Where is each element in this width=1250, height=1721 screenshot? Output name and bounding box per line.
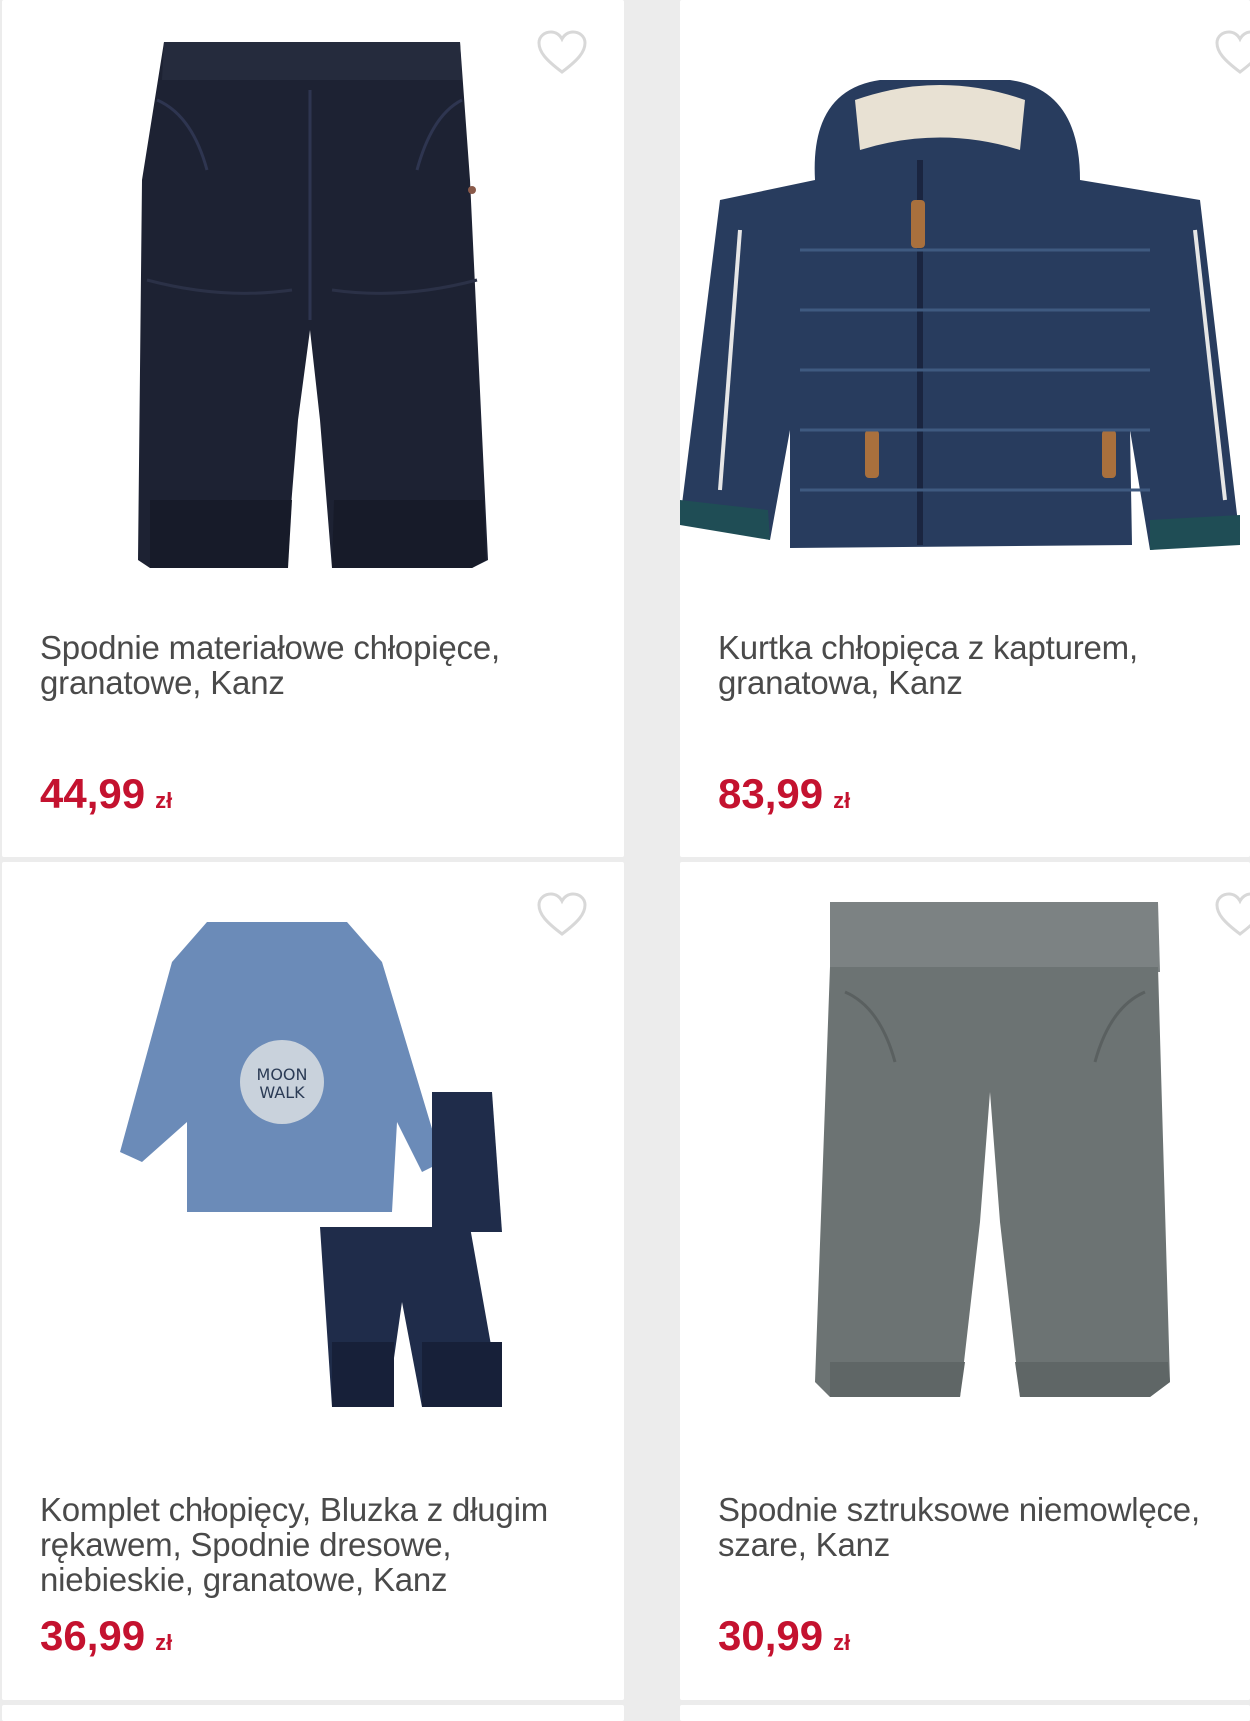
- product-price: 36,99 zł: [40, 1612, 172, 1660]
- product-image[interactable]: [680, 0, 1250, 600]
- product-card[interactable]: [2, 1705, 624, 1721]
- price-currency: zł: [833, 1630, 851, 1655]
- heart-icon[interactable]: [1214, 892, 1250, 938]
- price-currency: zł: [155, 788, 173, 813]
- product-price: 83,99 zł: [718, 770, 850, 818]
- product-card[interactable]: Spodnie materiałowe chłopięce, granatowe…: [2, 0, 624, 857]
- product-card[interactable]: Spodnie sztruksowe niemowlęce, szare, Ka…: [680, 862, 1250, 1700]
- product-image[interactable]: MOON WALK: [2, 862, 624, 1432]
- price-currency: zł: [833, 788, 851, 813]
- svg-text:WALK: WALK: [259, 1083, 305, 1102]
- price-currency: zł: [155, 1630, 173, 1655]
- product-title[interactable]: Spodnie materiałowe chłopięce, granatowe…: [40, 630, 570, 700]
- product-title[interactable]: Kurtka chłopięca z kapturem, granatowa, …: [718, 630, 1238, 700]
- product-price: 44,99 zł: [40, 770, 172, 818]
- product-title[interactable]: Spodnie sztruksowe niemowlęce, szare, Ka…: [718, 1492, 1238, 1562]
- heart-icon[interactable]: [536, 30, 588, 76]
- heart-icon[interactable]: [1214, 30, 1250, 76]
- product-title[interactable]: Komplet chłopięcy, Bluzka z długim rękaw…: [40, 1492, 600, 1597]
- price-value: 44,99: [40, 770, 146, 817]
- product-card[interactable]: Kurtka chłopięca z kapturem, granatowa, …: [680, 0, 1250, 857]
- product-card[interactable]: MOON WALK Komplet chłopięcy, Bluzka z dł…: [2, 862, 624, 1700]
- price-value: 83,99: [718, 770, 824, 817]
- svg-text:MOON: MOON: [257, 1065, 308, 1084]
- product-image[interactable]: [680, 862, 1250, 1432]
- heart-icon[interactable]: [536, 892, 588, 938]
- price-value: 36,99: [40, 1612, 146, 1659]
- product-image[interactable]: [2, 0, 624, 600]
- price-value: 30,99: [718, 1612, 824, 1659]
- product-card[interactable]: [680, 1705, 1250, 1721]
- product-price: 30,99 zł: [718, 1612, 850, 1660]
